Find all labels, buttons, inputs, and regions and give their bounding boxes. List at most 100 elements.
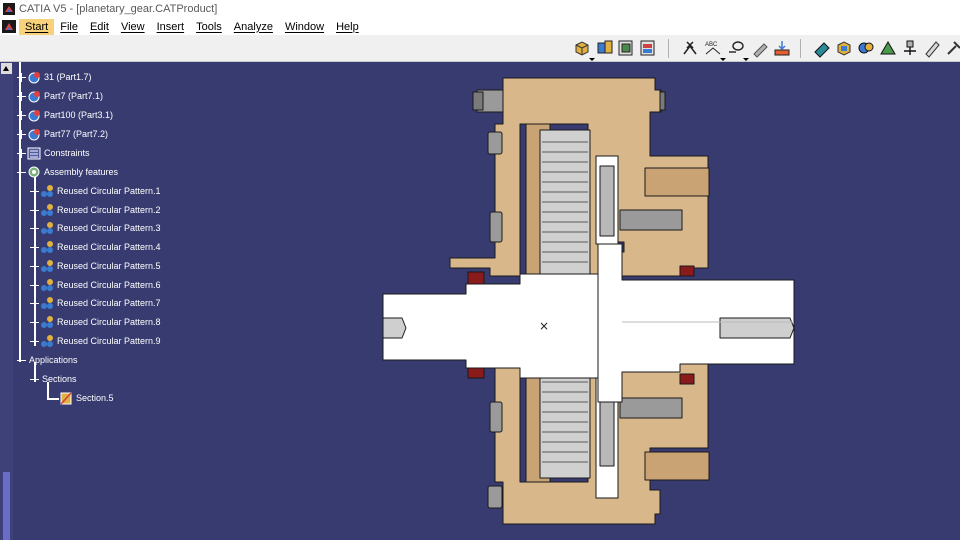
tree-node-label: Reused Circular Pattern.8 [57, 317, 161, 327]
pattern-icon [41, 278, 53, 291]
pattern-icon [41, 334, 53, 347]
part-icon [28, 71, 40, 83]
collapse-icon[interactable] [17, 356, 26, 365]
expand-icon[interactable] [17, 91, 26, 101]
menu-start[interactable]: Start [19, 18, 55, 35]
expand-icon[interactable] [30, 205, 39, 215]
snap-icon[interactable] [772, 38, 792, 58]
section-icon [60, 391, 72, 405]
title-bar: CATIA V5 - [planetary_gear.CATProduct] [0, 0, 960, 18]
expand-icon[interactable] [30, 261, 39, 271]
specification-tree: 31 (Part1.7) Part7 (Part7.1) Part100 (Pa… [13, 62, 313, 540]
clash-icon[interactable] [856, 38, 876, 58]
tree-node-pattern-7[interactable]: Reused Circular Pattern.7 [30, 294, 161, 312]
pattern-icon [41, 184, 53, 197]
part-icon [28, 109, 40, 121]
assembly-features-icon[interactable] [922, 38, 942, 58]
part-icon [28, 90, 40, 102]
pattern-icon [41, 315, 53, 328]
pattern-icon [41, 203, 53, 216]
collapse-icon[interactable] [17, 168, 26, 177]
constraints-icon [27, 147, 41, 159]
expand-icon[interactable] [17, 148, 26, 158]
tree-node-label: Reused Circular Pattern.3 [57, 223, 161, 233]
expand-icon[interactable] [30, 336, 39, 346]
3d-viewport[interactable]: × 31 (Part1.7) Part7 (Part7.1) Part100 (… [0, 62, 960, 540]
tree-node-constraints[interactable]: Constraints [17, 144, 90, 162]
menu-file[interactable]: File [54, 19, 84, 35]
tree-node-pattern-5[interactable]: Reused Circular Pattern.5 [30, 257, 161, 275]
offset-constraint-icon[interactable]: ABC [703, 38, 726, 61]
expand-icon[interactable] [30, 317, 39, 327]
tree-node-label: Reused Circular Pattern.7 [57, 298, 161, 308]
manipulate-icon[interactable] [750, 38, 770, 58]
menu-window[interactable]: Window [279, 19, 330, 35]
expand-icon[interactable] [30, 298, 39, 308]
existing-component-icon[interactable] [638, 38, 658, 58]
assembly-features-icon [28, 166, 40, 177]
fix-constraint-icon[interactable] [680, 38, 700, 58]
tree-node-pattern-2[interactable]: Reused Circular Pattern.2 [30, 201, 161, 219]
document-icon[interactable] [2, 20, 16, 33]
tree-node-pattern-6[interactable]: Reused Circular Pattern.6 [30, 276, 161, 294]
vertical-scrollbar[interactable] [0, 62, 13, 540]
collapse-icon[interactable] [30, 375, 39, 384]
tree-node-label: Constraints [44, 148, 90, 158]
scroll-up-arrow-icon[interactable] [1, 63, 12, 74]
catia-logo-icon [3, 3, 15, 15]
menu-tools[interactable]: Tools [190, 19, 228, 35]
component-icon[interactable] [595, 38, 615, 58]
tree-node-section-5[interactable]: Section.5 [59, 389, 114, 407]
tree-node-sections[interactable]: Sections [30, 370, 77, 388]
tree-node-pattern-4[interactable]: Reused Circular Pattern.4 [30, 238, 161, 256]
tree-node-part100[interactable]: Part100 (Part3.1) [17, 106, 113, 124]
expand-icon[interactable] [17, 72, 26, 82]
part-icon [28, 128, 40, 140]
tree-node-label: Part100 (Part3.1) [44, 110, 114, 120]
menu-analyze[interactable]: Analyze [228, 19, 279, 35]
tree-node-applications[interactable]: Applications [17, 351, 78, 369]
tree-node-assembly-features[interactable]: Assembly features [17, 163, 118, 181]
tree-node-label: Reused Circular Pattern.6 [57, 280, 161, 290]
expand-icon[interactable] [30, 242, 39, 252]
tree-node-label: Reused Circular Pattern.1 [57, 186, 161, 196]
expand-icon[interactable] [30, 280, 39, 290]
tree-node-label: Assembly features [44, 167, 119, 177]
menu-view[interactable]: View [115, 19, 151, 35]
tree-node-pattern-8[interactable]: Reused Circular Pattern.8 [30, 313, 161, 331]
scroll-thumb[interactable] [3, 472, 10, 540]
tree-node-label: Part77 (Part7.2) [44, 129, 109, 139]
tree-node-pattern-3[interactable]: Reused Circular Pattern.3 [30, 219, 161, 237]
menu-bar: Start File Edit View Insert Tools Analyz… [0, 18, 960, 35]
tree-node-part77[interactable]: Part77 (Part7.2) [17, 125, 108, 143]
toolbar: ABC [0, 35, 960, 62]
tree-node-label: Reused Circular Pattern.2 [57, 205, 161, 215]
part-add-icon[interactable] [616, 38, 636, 58]
expand-icon[interactable] [17, 110, 26, 120]
section-icon[interactable] [834, 38, 854, 58]
window-title: CATIA V5 - [planetary_gear.CATProduct] [19, 3, 218, 15]
pattern-icon [41, 259, 53, 272]
pattern-icon [41, 240, 53, 253]
menu-insert[interactable]: Insert [151, 19, 191, 35]
measure-icon[interactable] [812, 38, 832, 58]
tools-icon[interactable] [944, 38, 960, 58]
menu-edit[interactable]: Edit [84, 19, 115, 35]
tree-node-part7[interactable]: Part7 (Part7.1) [17, 87, 103, 105]
product-icon[interactable] [572, 38, 595, 61]
tree-node-label: Sections [42, 374, 77, 384]
explode-icon[interactable] [900, 38, 920, 58]
tree-node-label: Part7 (Part7.1) [44, 91, 104, 101]
expand-icon[interactable] [30, 186, 39, 196]
tree-node-pattern-9[interactable]: Reused Circular Pattern.9 [30, 332, 161, 350]
menu-help[interactable]: Help [330, 19, 365, 35]
expand-icon[interactable] [17, 129, 26, 139]
tree-node-part-31[interactable]: 31 (Part1.7) [17, 68, 92, 86]
pattern-icon [41, 296, 53, 309]
expand-icon[interactable] [30, 223, 39, 233]
compass-marker: × [539, 319, 549, 333]
space-analysis-icon[interactable] [878, 38, 898, 58]
angle-constraint-icon[interactable] [726, 38, 749, 61]
tree-node-pattern-1[interactable]: Reused Circular Pattern.1 [30, 182, 161, 200]
tree-node-label: Reused Circular Pattern.5 [57, 261, 161, 271]
